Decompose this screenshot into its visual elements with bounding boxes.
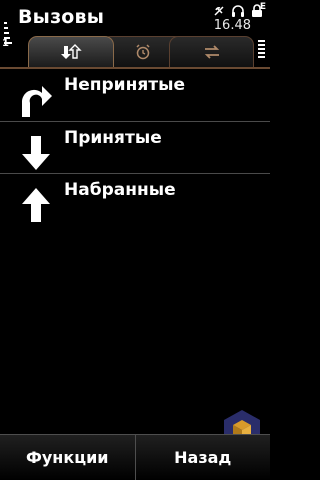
tab-bar (16, 36, 270, 67)
list-item-missed[interactable]: Непринятые (0, 69, 270, 122)
list-item-label: Принятые (64, 128, 162, 148)
list-item-label: Непринятые (64, 75, 186, 95)
tab-calls[interactable] (28, 36, 114, 67)
list-item-dialed[interactable]: Набранные (0, 174, 270, 226)
call-arrows-icon (61, 44, 82, 59)
swap-arrows-icon (204, 45, 219, 59)
status-icons (212, 3, 264, 17)
received-call-arrow-icon (22, 136, 50, 170)
missed-call-arrow-icon (21, 86, 52, 117)
list-item-received[interactable]: Принятые (0, 122, 270, 174)
signal-digit: 1 (2, 38, 9, 49)
back-softkey[interactable]: Назад (134, 434, 270, 480)
page-title: Вызовы (18, 6, 105, 28)
softkey-bar: Функции Назад (0, 434, 270, 480)
alarm-clock-icon (136, 44, 150, 60)
clock-time: 16.48 (213, 18, 251, 33)
dialed-call-arrow-icon (22, 188, 50, 222)
call-log-list: Непринятые Принятые Набранные (0, 69, 270, 226)
alarm-bell-icon (212, 3, 226, 17)
battery-letter: E (259, 2, 266, 12)
list-item-label: Набранные (64, 180, 176, 200)
headset-icon (231, 3, 245, 17)
options-softkey[interactable]: Функции (0, 434, 135, 480)
tab-transfers[interactable] (169, 36, 254, 67)
